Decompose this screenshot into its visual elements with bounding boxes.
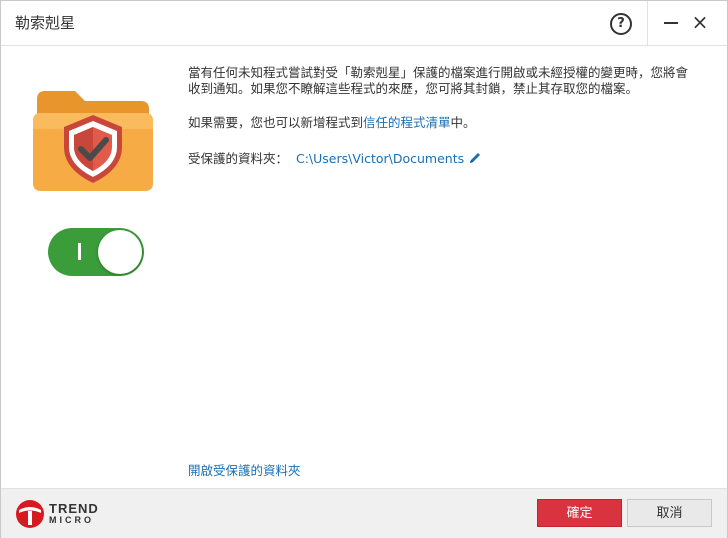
protected-folder-path-link[interactable]: C:\Users\Victor\Documents: [296, 151, 464, 166]
title-bar: 勒索剋星 ? ×: [1, 1, 727, 46]
logo-line-1: TREND: [49, 501, 99, 516]
protection-toggle[interactable]: [48, 228, 144, 276]
pencil-icon[interactable]: [468, 151, 482, 165]
trusted-programs-link[interactable]: 信任的程式清單: [363, 115, 451, 130]
folder-shield-check-icon: [33, 91, 153, 191]
toggle-on-indicator: [78, 243, 81, 260]
help-button[interactable]: ?: [610, 13, 632, 35]
description-paragraph: 當有任何未知程式嘗試對受「勒索剋星」保護的檔案進行開啟或未經授權的變更時，您將會…: [188, 65, 689, 96]
cancel-button[interactable]: 取消: [627, 499, 712, 527]
sentence-prefix: 如果需要，您也可以新增程式到: [188, 115, 364, 130]
protected-folder-row: 受保護的資料夾： C:\Users\Victor\Documents: [188, 151, 698, 167]
description-content: 當有任何未知程式嘗試對受「勒索剋星」保護的檔案進行開啟或未經授權的變更時，您將會…: [188, 65, 698, 167]
trend-micro-logo-icon: [16, 500, 44, 528]
toggle-knob[interactable]: [98, 230, 142, 274]
sentence-suffix: 中。: [450, 115, 476, 130]
minimize-button[interactable]: [661, 11, 683, 33]
trusted-programs-sentence: 如果需要，您也可以新增程式到信任的程式清單中。: [188, 115, 698, 131]
open-protected-folders-link[interactable]: 開啟受保護的資料夾: [188, 460, 301, 479]
title-divider: [647, 1, 648, 45]
footer-bar: TREND MICRO 確定 取消: [1, 488, 727, 538]
trend-micro-wordmark: TREND MICRO: [49, 502, 99, 526]
trend-micro-logo: TREND MICRO: [15, 499, 105, 529]
protected-folder-label: 受保護的資料夾：: [188, 151, 289, 166]
close-button[interactable]: ×: [689, 11, 711, 33]
ransomware-protection-window: 勒索剋星 ? × 當有任何未知程式嘗試對受「勒索剋星」保護的檔案進行開啟或未經授…: [0, 0, 728, 538]
logo-line-2: MICRO: [49, 515, 94, 525]
window-title: 勒索剋星: [15, 14, 76, 32]
ok-button[interactable]: 確定: [537, 499, 622, 527]
